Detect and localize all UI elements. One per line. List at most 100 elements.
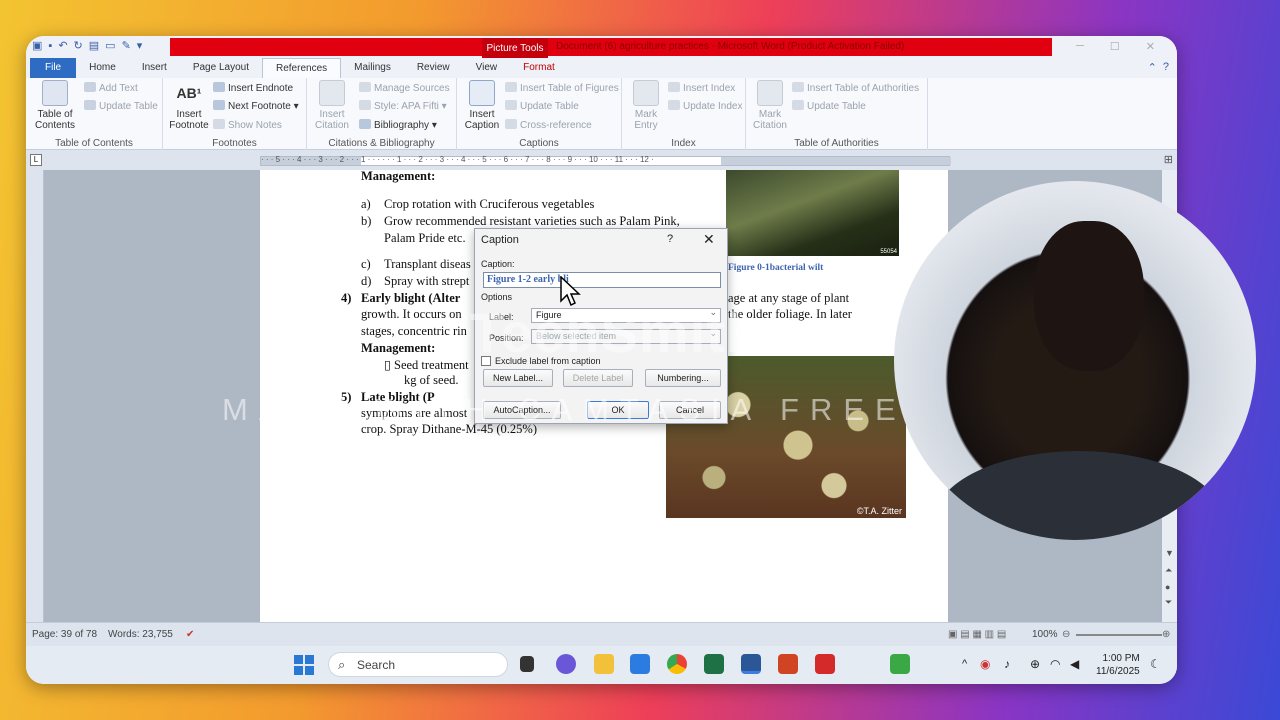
horizontal-ruler[interactable]: · · · 5 · · · 4 · · · 3 · · · 2 · · · 1 … (260, 155, 951, 166)
language-icon[interactable]: ⊕ (1030, 657, 1040, 671)
figure-caption: Figure 0-1bacterial wilt (728, 263, 824, 273)
search-icon: ⌕ (338, 657, 346, 672)
tray-chevron-icon[interactable]: ^ (962, 658, 967, 670)
quick-access-toolbar: ▣ ▪ ↶ ↻ ▤ ▭ ✎ ▾ (32, 39, 143, 53)
collapse-ribbon-icon[interactable]: ⌃ (1148, 61, 1157, 74)
customize-qat-icon[interactable]: ▾ (137, 39, 143, 52)
word-icon[interactable]: ▣ (32, 39, 42, 52)
microphone-icon[interactable]: ♪ (1004, 657, 1010, 671)
mark-citation-icon (757, 80, 783, 106)
close-icon[interactable]: ✕ (703, 231, 715, 248)
prev-page-icon[interactable]: ⏶ (1165, 565, 1172, 576)
maximize-icon[interactable]: ☐ (1110, 40, 1120, 53)
tab-view[interactable]: View (463, 58, 511, 78)
proofing-icon[interactable]: ✔ (186, 629, 194, 640)
manage-sources-button[interactable]: Manage Sources (359, 82, 450, 94)
tab-home[interactable]: Home (76, 58, 129, 78)
save-icon[interactable]: ▪ (48, 40, 52, 52)
insert-caption-button[interactable]: Insert Caption (461, 80, 503, 131)
close-icon[interactable]: ✕ (1146, 40, 1155, 53)
next-page-icon[interactable]: ⏷ (1165, 597, 1172, 608)
tab-review[interactable]: Review (404, 58, 463, 78)
edit-icon[interactable]: ✎ (122, 39, 131, 52)
zoom-slider[interactable] (1076, 634, 1162, 636)
clock[interactable]: 1:00 PM 11/6/2025 (1096, 652, 1140, 678)
insert-toa-button[interactable]: Insert Table of Authorities (792, 82, 919, 94)
delete-label-button[interactable]: Delete Label (563, 369, 633, 387)
group-captions: Insert Caption Insert Table of Figures U… (457, 78, 622, 150)
picture-tools-label: Picture Tools (482, 38, 548, 58)
camtasia-recorder-icon[interactable] (815, 654, 835, 674)
tab-selector-icon[interactable]: L (30, 154, 42, 166)
folder-icon[interactable]: ▭ (105, 39, 115, 52)
next-footnote-button[interactable]: Next Footnote ▾ (213, 100, 299, 112)
update-toa-button[interactable]: Update Table (792, 100, 866, 112)
style-select[interactable]: Style: APA Fifti ▾ (359, 100, 447, 112)
tray-app-icon[interactable]: ◉ (980, 657, 990, 671)
show-notes-button[interactable]: Show Notes (213, 119, 282, 131)
tab-mailings[interactable]: Mailings (341, 58, 404, 78)
tab-references[interactable]: References (262, 58, 342, 78)
page-count[interactable]: Page: 39 of 78 (32, 629, 97, 640)
insert-footnote-button[interactable]: AB¹ Insert Footnote (167, 80, 211, 131)
tab-file[interactable]: File (30, 58, 77, 78)
table-of-contents-button[interactable]: Table of Contents (30, 80, 80, 131)
camtasia-icon[interactable] (890, 654, 910, 674)
taskbar: ⌕ Search ^ ◉ ♪ ⊕ ◠ ◀ 1:00 PM 11/6/2025 ☾ (26, 646, 1177, 684)
taskbar-search[interactable]: ⌕ Search (328, 652, 508, 677)
scroll-down-icon[interactable]: ▼ (1165, 548, 1174, 558)
task-view-icon[interactable] (520, 656, 534, 672)
footnote-icon: AB¹ (176, 85, 202, 101)
insert-citation-button[interactable]: Insert Citation (311, 80, 353, 131)
insert-index-button[interactable]: Insert Index (668, 82, 735, 94)
view-ruler-icon[interactable]: ⊞ (1164, 153, 1173, 166)
help-icon[interactable]: ? (1163, 61, 1169, 74)
window-controls: ─ ☐ ✕ (1076, 40, 1155, 53)
insert-table-of-figures-button[interactable]: Insert Table of Figures (505, 82, 619, 94)
mark-entry-button[interactable]: Mark Entry (626, 80, 666, 131)
add-text-button[interactable]: Add Text (84, 82, 138, 94)
teams-chat-icon[interactable] (556, 654, 576, 674)
view-buttons-icon[interactable]: ▣ ▤ ▦ ▥ ▤ (948, 629, 1006, 640)
caption-input[interactable]: Figure 1-2 early bli (483, 272, 721, 288)
tab-format[interactable]: Format (510, 58, 568, 78)
chrome-icon[interactable] (667, 654, 687, 674)
zoom-level[interactable]: 100% (1032, 629, 1058, 640)
windows-start-icon[interactable] (294, 655, 314, 675)
numbering-button[interactable]: Numbering... (645, 369, 721, 387)
powerpoint-icon[interactable] (778, 654, 798, 674)
zoom-out-icon[interactable]: ⊖ (1062, 629, 1070, 640)
word-taskbar-icon[interactable] (741, 654, 761, 674)
new-label-button[interactable]: New Label... (483, 369, 553, 387)
undo-icon[interactable]: ↶ (58, 39, 67, 52)
update-index-button[interactable]: Update Index (668, 100, 743, 112)
update-toc-button[interactable]: Update Table (84, 100, 158, 112)
group-label: Index (671, 138, 696, 149)
management-heading: Management: (361, 169, 436, 183)
print-icon[interactable]: ▤ (89, 39, 99, 52)
tab-insert[interactable]: Insert (129, 58, 180, 78)
dialog-title: Caption (481, 234, 519, 246)
minimize-icon[interactable]: ─ (1076, 40, 1084, 53)
notification-icon[interactable]: ☾ (1150, 657, 1161, 671)
bibliography-button[interactable]: Bibliography ▾ (359, 119, 437, 131)
zoom-in-icon[interactable]: ⊕ (1162, 629, 1170, 640)
help-icon[interactable]: ? (667, 233, 673, 245)
tab-page-layout[interactable]: Page Layout (180, 58, 262, 78)
update-table-figures-button[interactable]: Update Table (505, 100, 579, 112)
word-count[interactable]: Words: 23,755 (108, 629, 173, 640)
excel-icon[interactable] (704, 654, 724, 674)
bacterial-wilt-image[interactable]: 55054 (726, 170, 899, 256)
wifi-icon[interactable]: ◠ (1050, 657, 1060, 671)
techsmith-watermark: TechSmith (470, 301, 762, 364)
browse-object-icon[interactable]: ● (1165, 582, 1170, 592)
mark-citation-button[interactable]: Mark Citation (750, 80, 790, 131)
list-item: ▯ Seed treatment (384, 358, 469, 372)
ribbon: Table of Contents Add Text Update Table … (26, 78, 1177, 150)
cross-reference-button[interactable]: Cross-reference (505, 119, 592, 131)
insert-endnote-button[interactable]: Insert Endnote (213, 82, 293, 94)
store-icon[interactable] (630, 654, 650, 674)
redo-icon[interactable]: ↻ (74, 39, 83, 52)
file-explorer-icon[interactable] (594, 654, 614, 674)
volume-icon[interactable]: ◀ (1070, 657, 1079, 671)
